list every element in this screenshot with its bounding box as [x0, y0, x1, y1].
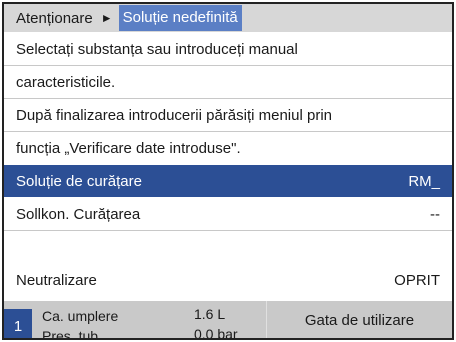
fill-label: Ca. umplere [42, 308, 119, 324]
message-text-2: caracteristicile. [16, 73, 116, 91]
menu-item-cleaning-solution[interactable]: Soluție de curățare RM_ [4, 165, 452, 197]
status-bar: 1 Ca. umplere 1.6 L Pres. tub 0.0 bar Ga… [4, 301, 452, 340]
message-line-2: caracteristicile. [4, 66, 452, 98]
breadcrumb-active: Soluție nedefinită [118, 5, 242, 31]
message-text-3: După finalizarea introducerii părăsiți m… [16, 106, 332, 124]
menu-item-label: Soluție de curățare [16, 172, 142, 190]
device-screen: Atenționare ► Soluție nedefinită Selecta… [2, 2, 454, 340]
slot-number-badge: 1 [4, 309, 32, 338]
status-label: Gata de utilizare [304, 312, 415, 329]
breadcrumb-root[interactable]: Atenționare [4, 10, 93, 27]
menu-item-value: RM_ [408, 172, 440, 190]
message-line-4: funcția „Verificare date introduse". [4, 132, 452, 164]
title-bar: Atenționare ► Soluție nedefinită [4, 4, 452, 32]
menu-item-label: Neutralizare [16, 271, 97, 289]
fill-value: 1.6 L [194, 306, 226, 322]
ready-status-button[interactable]: Gata de utilizare [266, 301, 452, 338]
menu-item-cleaning-concentration[interactable]: Sollkon. Curățarea -- [4, 198, 452, 230]
message-text-4: funcția „Verificare date introduse". [16, 139, 241, 157]
menu-item-label: Sollkon. Curățarea [16, 205, 141, 223]
message-line-1: Selectați substanța sau introduceți manu… [4, 33, 452, 65]
divider [4, 230, 452, 231]
menu-item-value: -- [430, 205, 440, 223]
message-line-3: După finalizarea introducerii părăsiți m… [4, 99, 452, 131]
breadcrumb-arrow-icon: ► [100, 11, 113, 25]
pressure-label: Pres. tub [42, 328, 99, 340]
menu-item-value: OPRIT [394, 271, 440, 289]
pressure-value: 0.0 bar [194, 326, 238, 340]
menu-item-neutralization[interactable]: Neutralizare OPRIT [4, 264, 452, 296]
message-text-1: Selectați substanța sau introduceți manu… [16, 40, 298, 58]
